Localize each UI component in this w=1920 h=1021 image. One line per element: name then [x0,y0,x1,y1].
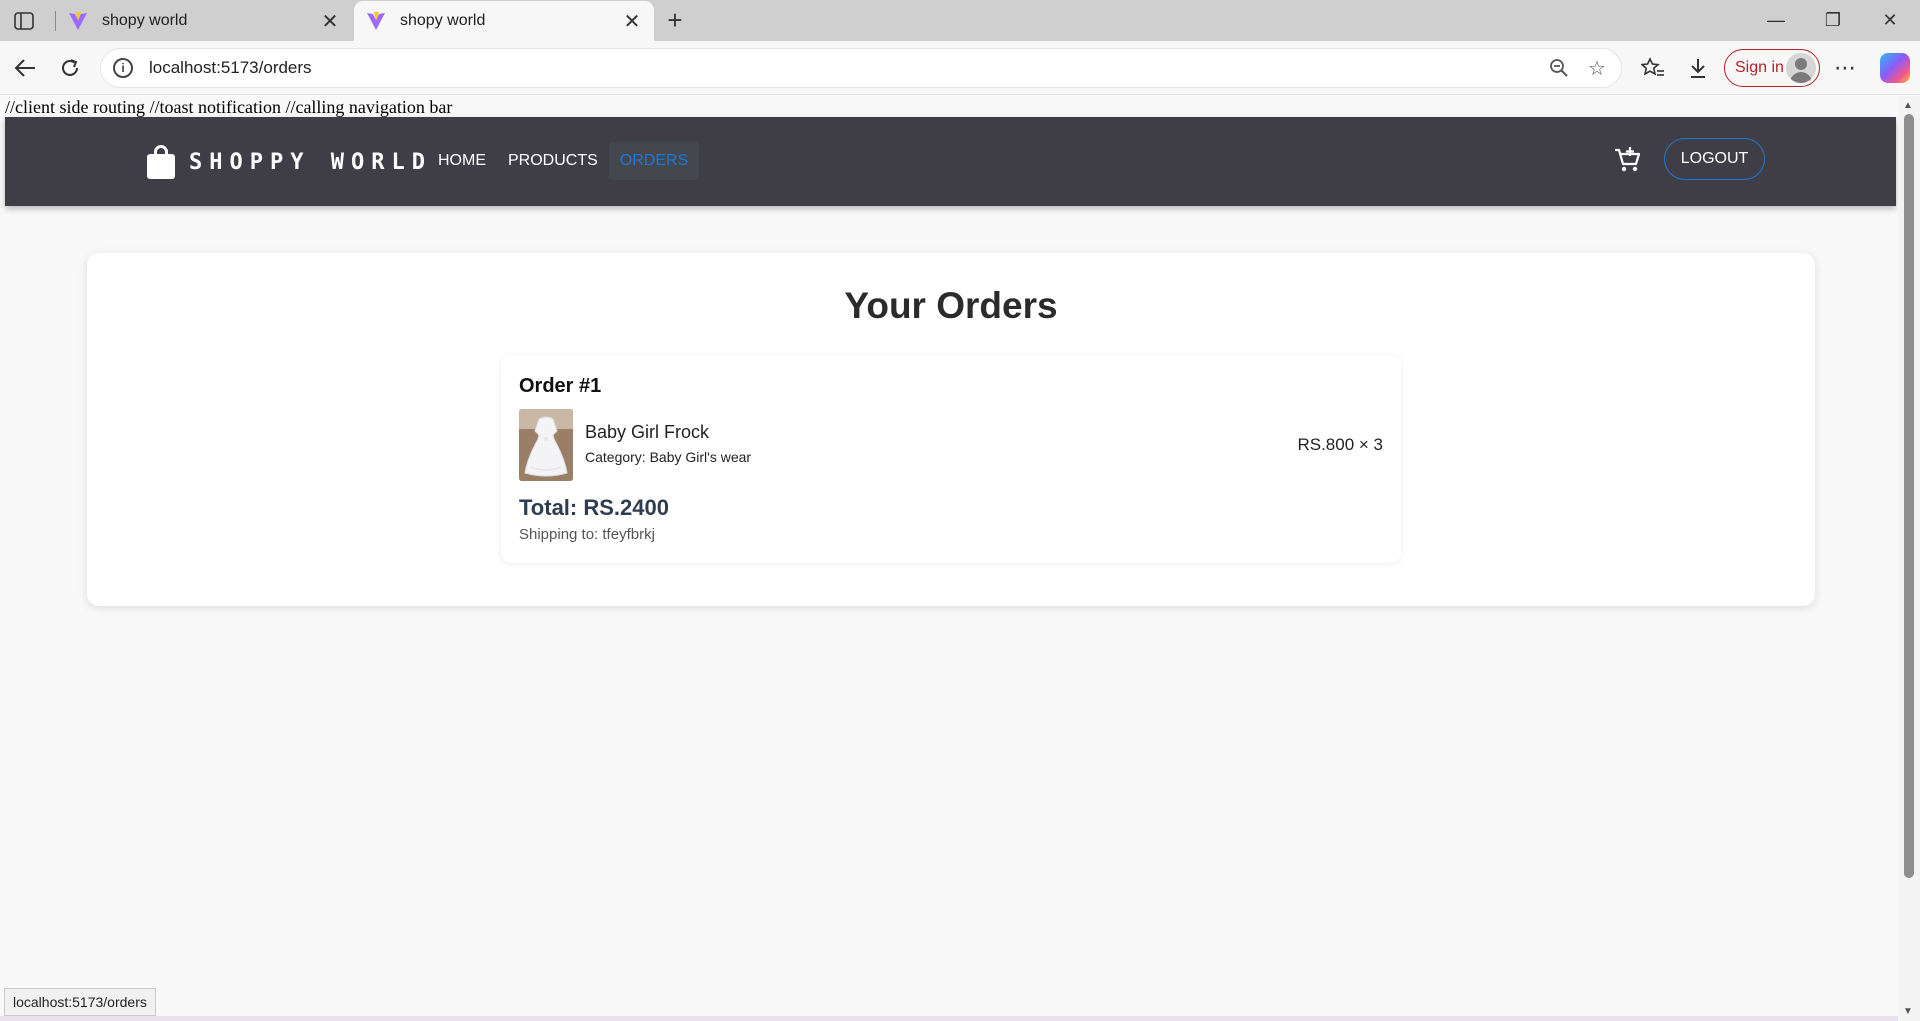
brand-name: SHOPPY WORLD [189,149,432,175]
download-icon[interactable] [1683,53,1713,83]
reload-icon[interactable] [56,54,84,82]
order-item: Order #1 Baby Girl Frock Category: Baby … [501,355,1401,563]
window-close-icon[interactable]: ✕ [1867,6,1913,34]
scroll-up-icon[interactable]: ▲ [1903,100,1913,111]
more-icon[interactable]: ⋯ [1830,53,1860,83]
minimize-icon[interactable]: — [1753,6,1799,34]
back-arrow-icon[interactable] [11,54,39,82]
order-total: Total: RS.2400 [519,495,669,520]
product-name: Baby Girl Frock [585,422,710,442]
sidebar-toggle-icon[interactable] [12,9,36,33]
nav-link-home[interactable]: HOME [427,142,497,180]
nav-links: HOME PRODUCTS ORDERS [427,142,700,180]
restore-icon[interactable]: ❐ [1810,6,1856,34]
cart-icon[interactable] [1613,145,1643,175]
debug-comment-text: //client side routing //toast notificati… [5,97,453,117]
copilot-icon[interactable] [1880,53,1910,83]
page-viewport: //client side routing //toast notificati… [0,96,1898,1021]
scrollbar-thumb[interactable] [1904,114,1914,878]
vite-favicon-icon [367,12,385,30]
address-toolbar: i localhost:5173/orders ☆ Sign in ⋯ [0,41,1920,95]
product-category: Category: Baby Girl's wear [585,449,752,465]
close-icon[interactable]: ✕ [320,11,340,33]
tab-title: shopy world [102,12,188,29]
browser-tab-2[interactable]: shopy world ✕ [354,1,654,41]
sign-in-label: Sign in [1735,59,1784,76]
tab-strip: shopy world ✕ shopy world ✕ + — ❐ ✕ [0,0,1920,41]
tab-title: shopy world [400,12,486,29]
site-navbar: SHOPPY WORLD HOME PRODUCTS ORDERS LOGOUT [5,117,1896,206]
browser-tab-1[interactable]: shopy world ✕ [56,1,352,41]
logout-button[interactable]: LOGOUT [1664,138,1765,180]
product-price-quantity: RS.800 × 3 [1297,435,1383,454]
profile-avatar-icon [1786,53,1816,83]
vite-favicon-icon [69,12,87,30]
address-bar[interactable]: i localhost:5173/orders ☆ [100,48,1622,88]
status-bar-url: localhost:5173/orders [4,988,156,1016]
favorites-icon[interactable] [1638,53,1668,83]
orders-card: Your Orders Order #1 Baby Girl Frock Cat… [87,253,1815,606]
site-info-icon[interactable]: i [113,58,133,78]
address-url[interactable]: localhost:5173/orders [149,58,1545,78]
nav-link-orders[interactable]: ORDERS [608,142,700,180]
bottom-strip [0,1016,1898,1021]
shipping-address: Shipping to: tfeyfbrkj [519,526,655,543]
page-scrollbar[interactable]: ▲ ▼ [1898,96,1920,1021]
nav-link-products[interactable]: PRODUCTS [497,142,609,180]
zoom-out-icon[interactable] [1545,54,1573,82]
new-tab-icon[interactable]: + [661,7,689,35]
product-image [519,409,573,481]
brand-logo[interactable]: SHOPPY WORLD [147,145,432,179]
page-title: Your Orders [844,285,1058,326]
close-icon[interactable]: ✕ [622,11,642,33]
sign-in-button[interactable]: Sign in [1724,49,1820,87]
scroll-down-icon[interactable]: ▼ [1903,1006,1913,1017]
shopping-bag-icon [147,145,175,179]
order-number: Order #1 [519,375,602,397]
star-icon[interactable]: ☆ [1583,54,1611,82]
